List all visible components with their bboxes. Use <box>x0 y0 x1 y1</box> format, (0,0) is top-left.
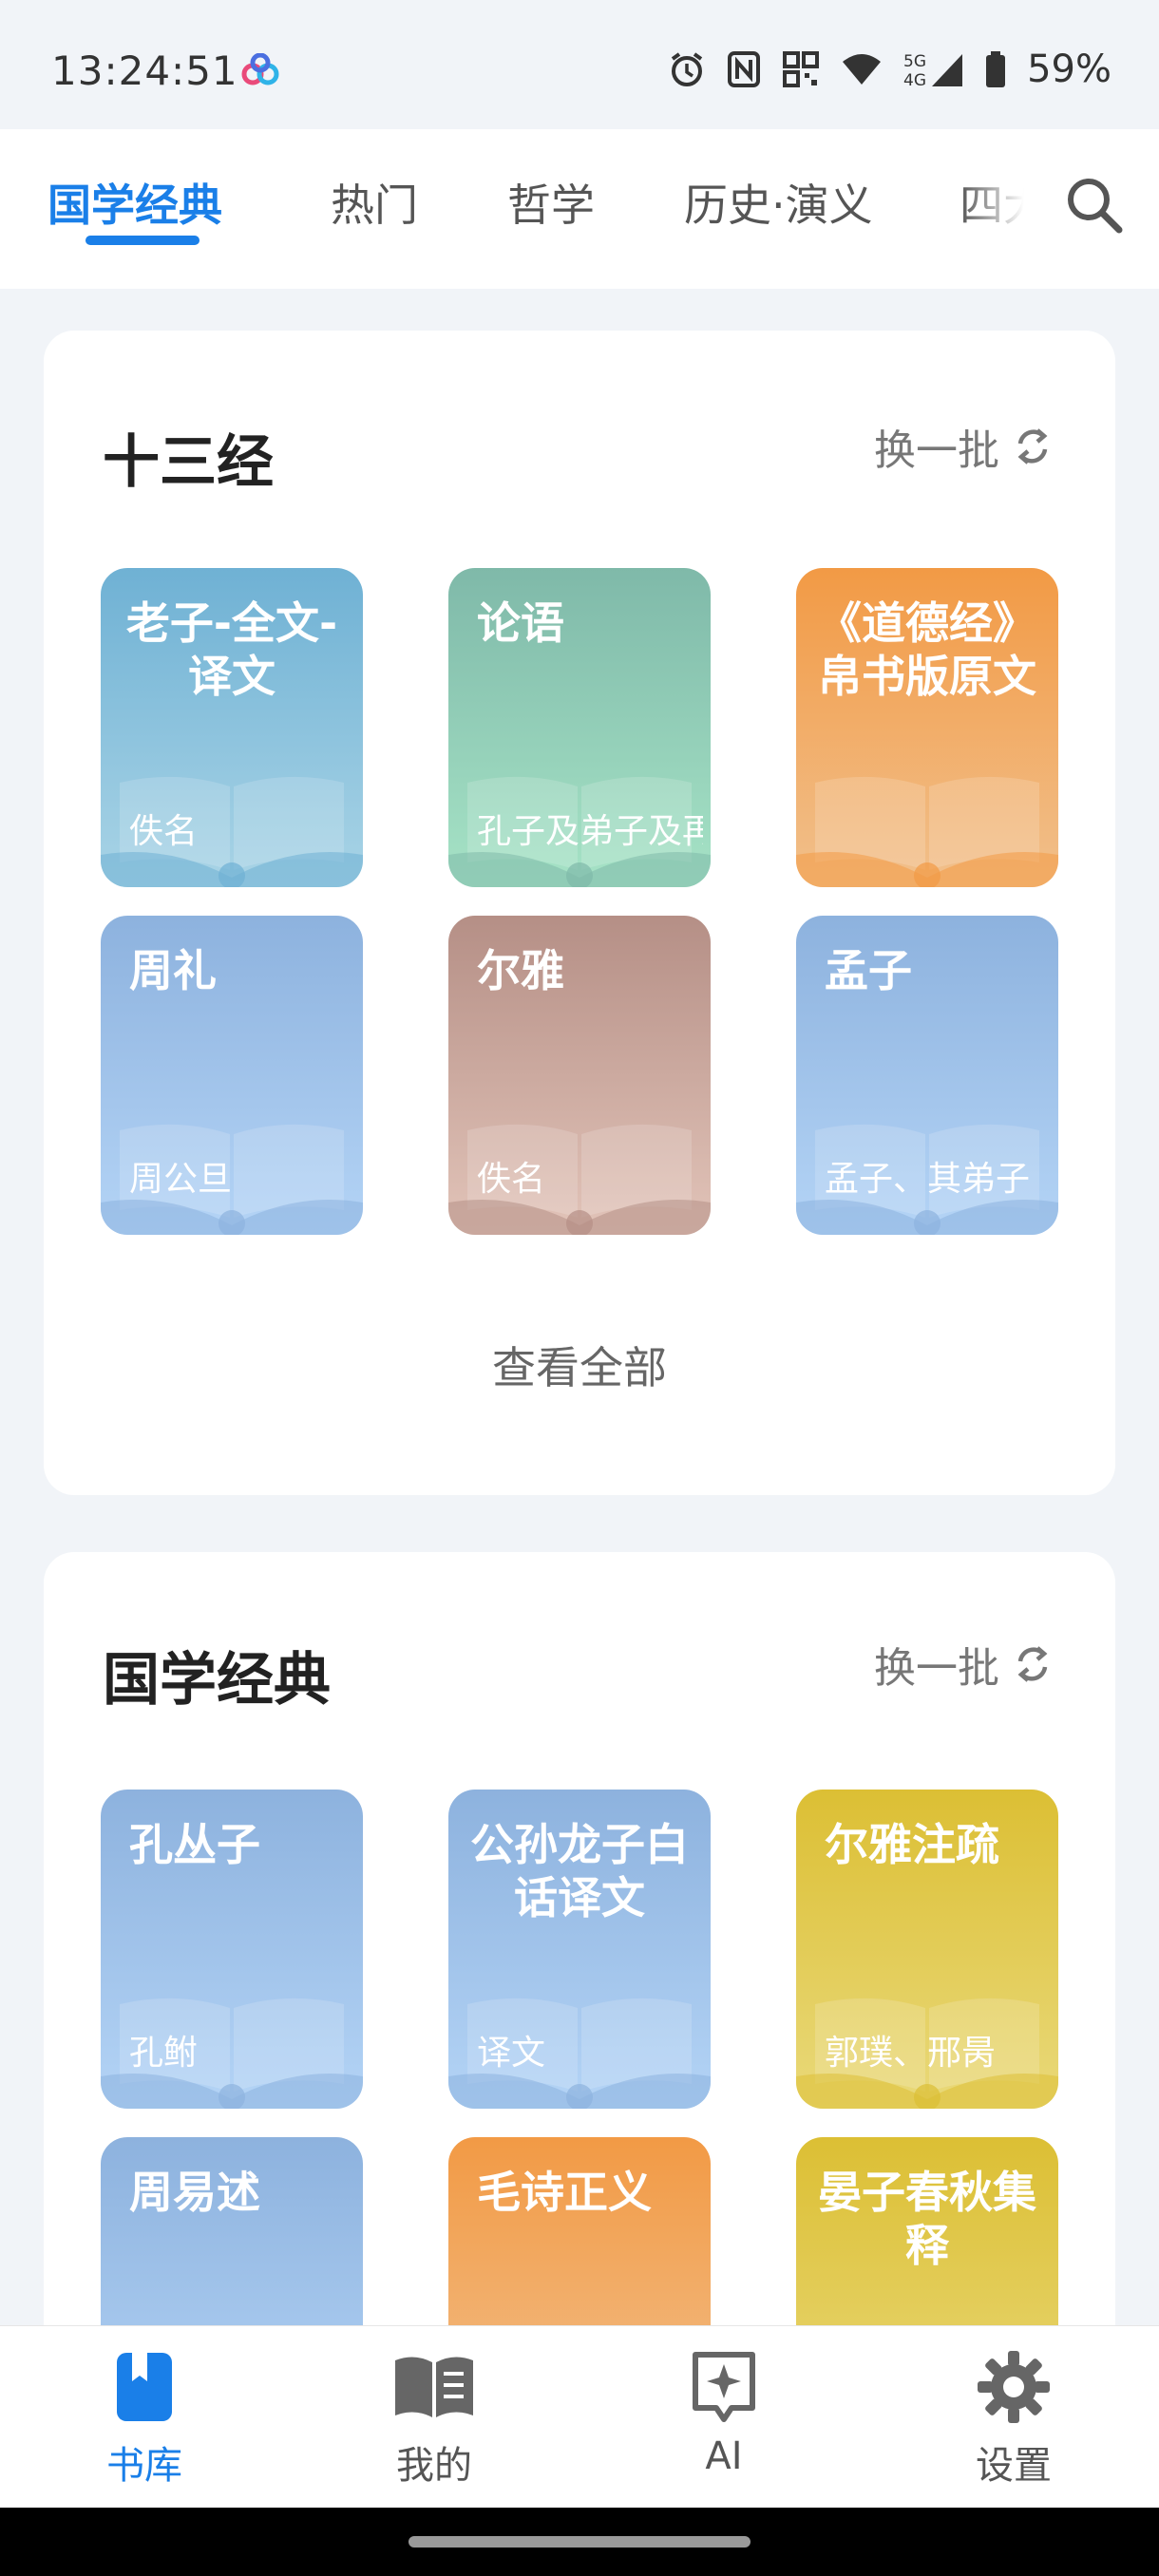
ai-sparkle-icon <box>693 2352 755 2422</box>
svg-text:4G: 4G <box>903 71 926 88</box>
system-gesture-bar <box>0 2508 1159 2576</box>
book-author: 佚名 <box>129 812 199 851</box>
section-title: 国学经典 <box>103 1647 331 1714</box>
category-tabs: 国学经典 热门 哲学 历史·演义 四大 <box>0 129 1159 289</box>
book-title: 公孙龙子白话译文 <box>470 1819 689 1923</box>
active-tab-indicator <box>86 236 200 245</box>
nav-settings[interactable]: 设置 <box>919 2349 1109 2490</box>
svg-text:5G: 5G <box>903 52 926 71</box>
book-title: 论语 <box>477 597 564 649</box>
search-button[interactable] <box>1056 167 1132 243</box>
gear-icon <box>978 2351 1050 2423</box>
nav-label: 我的 <box>396 2444 472 2488</box>
refresh-button[interactable]: 换一批 <box>874 416 1056 477</box>
book-cover[interactable]: 尔雅 佚名 <box>448 916 711 1235</box>
home-gesture-handle[interactable] <box>408 2536 750 2548</box>
nav-label: AI <box>705 2434 743 2478</box>
book-cover[interactable]: 老子-全文-译文 佚名 <box>101 568 363 887</box>
cellular-signal-icon: 5G 4G <box>903 50 964 88</box>
section-card-shisanjing: 十三经 换一批 老子-全文-译文 佚名 论语 孔子及弟子及再传弟子 《道德经》帛… <box>44 331 1115 1495</box>
battery-percent: 59% <box>1027 47 1112 91</box>
book-author: 孔鲋 <box>129 2034 199 2073</box>
book-author: 佚名 <box>477 1160 546 1199</box>
book-author: 译文 <box>477 2034 546 2073</box>
status-time: 13:24:51 <box>51 47 238 94</box>
book-title: 周礼 <box>129 945 217 996</box>
book-author: 郭璞、邢昺 <box>825 2034 997 2073</box>
book-cover[interactable]: 《道德经》帛书版原文 <box>796 568 1058 887</box>
book-title: 孔丛子 <box>129 1819 260 1870</box>
book-author: 孟子、其弟子 <box>825 1160 1031 1199</box>
book-cover[interactable]: 周礼 周公旦 <box>101 916 363 1235</box>
book-cover[interactable]: 孟子 孟子、其弟子 <box>796 916 1058 1235</box>
book-title: 尔雅 <box>477 945 564 996</box>
tab-scroll-fade <box>960 158 1045 253</box>
section-card-guoxue-jingdian: 国学经典 换一批 孔丛子 孔鲋 公孙龙子白话译文 译文 尔雅注疏 郭璞、邢昺 周… <box>44 1552 1115 2456</box>
view-all-button[interactable]: 查看全部 <box>44 1334 1115 1396</box>
book-title: 《道德经》帛书版原文 <box>818 597 1036 702</box>
battery-icon <box>985 50 1006 88</box>
refresh-button[interactable]: 换一批 <box>874 1634 1056 1695</box>
status-bar: 13:24:51 5G 4G 59% <box>0 0 1159 129</box>
refresh-label: 换一批 <box>874 426 999 475</box>
bottom-navigation: 书库 我的 AI 设置 <box>0 2325 1159 2509</box>
app-notification-icon <box>239 52 283 91</box>
nav-library[interactable]: 书库 <box>49 2349 239 2490</box>
book-title: 尔雅注疏 <box>825 1819 999 1870</box>
book-cover[interactable]: 公孙龙子白话译文 译文 <box>448 1790 711 2109</box>
nav-ai[interactable]: AI <box>629 2349 819 2478</box>
library-icon <box>117 2353 172 2421</box>
nfc-icon <box>727 50 761 88</box>
book-author: 周公旦 <box>129 1160 233 1199</box>
qr-icon <box>782 50 820 88</box>
book-cover[interactable]: 尔雅注疏 郭璞、邢昺 <box>796 1790 1058 2109</box>
tab-guoxue-jingdian[interactable]: 国学经典 <box>48 171 222 234</box>
book-title: 周易述 <box>129 2167 260 2218</box>
tab-zhexue[interactable]: 哲学 <box>507 171 595 234</box>
book-illustration <box>796 776 1058 887</box>
section-title: 十三经 <box>103 429 274 496</box>
wifi-icon <box>841 50 883 88</box>
book-title: 毛诗正义 <box>477 2167 652 2218</box>
book-title: 晏子春秋集释 <box>818 2167 1036 2271</box>
alarm-icon <box>668 50 706 88</box>
book-author: 孔子及弟子及再传弟子 <box>477 812 703 851</box>
search-icon <box>1068 179 1123 234</box>
book-title: 孟子 <box>825 945 912 996</box>
open-book-icon <box>395 2357 473 2417</box>
tab-remen[interactable]: 热门 <box>331 171 418 234</box>
nav-label: 书库 <box>106 2444 182 2488</box>
refresh-icon <box>1017 428 1048 464</box>
refresh-icon <box>1017 1646 1048 1682</box>
book-title: 老子-全文-译文 <box>125 597 338 702</box>
nav-label: 设置 <box>976 2444 1052 2488</box>
refresh-label: 换一批 <box>874 1644 999 1693</box>
tab-lishi-yanyi[interactable]: 历史·演义 <box>684 171 873 234</box>
book-cover[interactable]: 论语 孔子及弟子及再传弟子 <box>448 568 711 887</box>
nav-mine[interactable]: 我的 <box>339 2349 529 2490</box>
book-cover[interactable]: 孔丛子 孔鲋 <box>101 1790 363 2109</box>
